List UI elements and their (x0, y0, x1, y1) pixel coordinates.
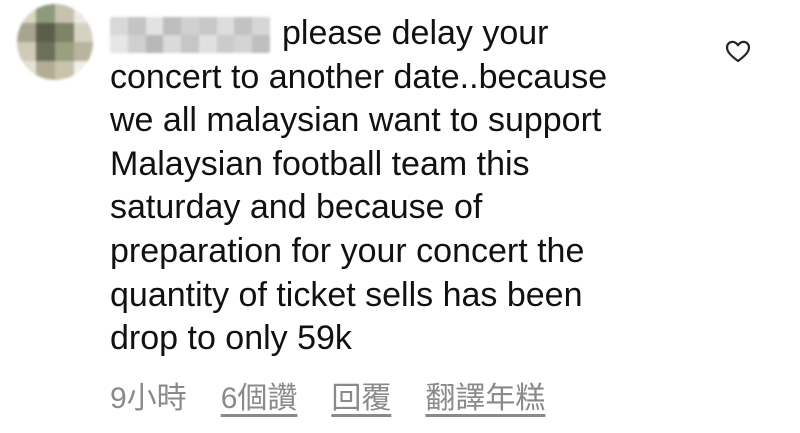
like-count-link[interactable]: 6個讚 (221, 373, 298, 417)
timestamp: 9小時 (110, 382, 187, 415)
avatar[interactable] (17, 4, 93, 80)
comment-text: please delay your concert to another dat… (110, 12, 690, 361)
comment-line: concert to another date..because (110, 57, 608, 96)
comment-line: drop to only 59k (110, 319, 352, 358)
translate-button[interactable]: 翻譯年糕 (425, 373, 545, 417)
comment-line: preparation for your concert the (110, 231, 585, 270)
comment-line: saturday and because of (110, 188, 483, 227)
comment-meta: 9小時 6個讚 回覆 翻譯年糕 (110, 372, 545, 418)
comment-line: we all malaysian want to support (110, 101, 602, 140)
comment-line: Malaysian football team this (110, 144, 530, 183)
comment-line: please delay your (282, 14, 549, 52)
comment-line: quantity of ticket sells has been (110, 275, 583, 314)
heart-icon[interactable] (724, 37, 752, 65)
reply-button[interactable]: 回覆 (331, 373, 391, 417)
